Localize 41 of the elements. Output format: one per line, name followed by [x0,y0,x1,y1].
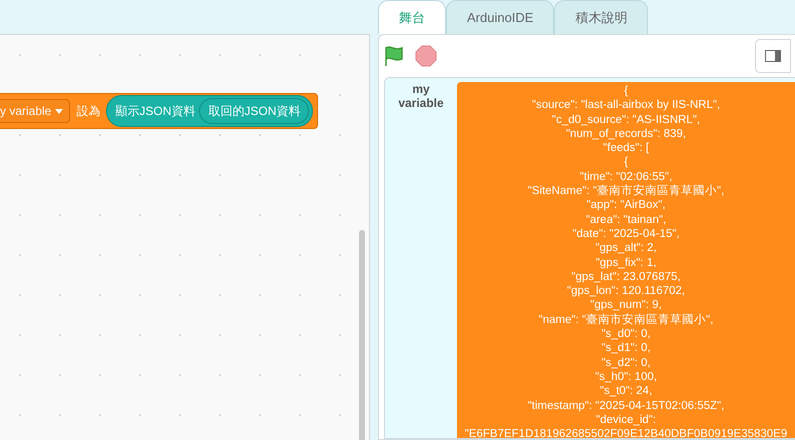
json-line: "feeds": [ [603,141,649,156]
json-line: "gps_num": 9, [590,298,662,313]
json-line: "c_d0_source": "AS-IISNRL", [552,112,700,127]
json-line: "E6FB7EF1D181962685502F09E12B40DBF0B0919E35830E9 [464,427,788,438]
json-line: "s_t0": 24, [600,384,652,399]
json-line: "gps_lat": 23.076875, [571,270,681,284]
json-line: "s_d0": 0, [601,327,651,342]
variable-dropdown[interactable]: y variable [0,99,70,123]
json-line: { [624,155,628,170]
json-line: "time": "02:06:55", [580,170,672,184]
reporter-label: 顯示JSON資料 [115,102,196,120]
json-line: "app": "AirBox", [586,198,666,213]
flag-icon[interactable] [383,45,405,67]
json-line: "gps_fix": 1, [596,256,656,270]
inner-reporter-block[interactable]: 取回的JSON資料 [199,98,310,124]
json-line: "s_h0": 100, [595,370,657,384]
caret-icon [55,108,64,114]
json-line: "num_of_records": 839, [566,126,686,142]
json-line: "s_d2": 0, [601,356,651,370]
small-stage-button[interactable] [755,39,791,73]
scrollbar[interactable] [359,230,365,440]
json-line: "area": "tainan", [586,212,666,227]
json-line: "timestamp": "2025-04-15T02:06:55Z", [528,398,724,413]
json-line: { [624,84,628,98]
monitor-label: my variable [397,82,445,112]
json-line: "name": "臺南市安南區青草國小", [538,312,714,328]
json-line: "gps_alt": 2, [595,241,657,256]
set-variable-block[interactable]: y variable 設為 顯示JSON資料 取回的JSON資料 [0,93,318,129]
layout-icon [765,50,781,62]
stop-icon[interactable] [415,45,437,67]
json-line: "SiteName": "臺南市安南區青草國小", [528,184,724,198]
json-line: "s_d1": 0, [601,341,651,356]
json-line: "device_id": [596,412,656,428]
block-label: 設為 [76,102,100,120]
json-line: "source": "last-all-airbox by IIS-NRL", [532,98,720,113]
reporter-block[interactable]: 顯示JSON資料 取回的JSON資料 [106,95,314,127]
json-line: "date": "2025-04-15", [572,226,680,242]
tab[interactable]: ArduinoIDE [446,0,554,34]
json-line: "gps_lon": 120.116702, [567,284,685,298]
tab[interactable]: 舞台 [378,0,446,34]
tab[interactable]: 積木說明 [554,0,648,34]
